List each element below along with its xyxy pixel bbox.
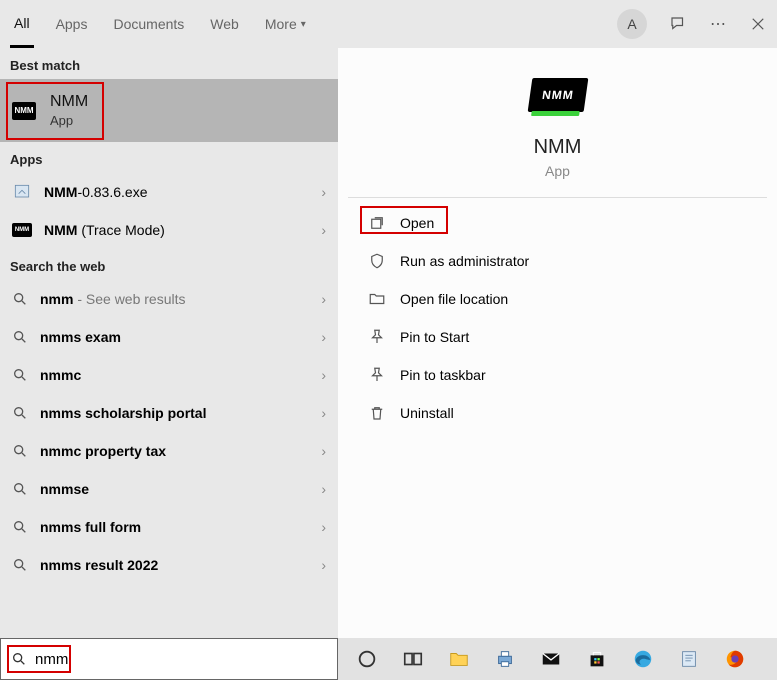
app-result[interactable]: NMM NMM (Trace Mode) › [0, 211, 338, 249]
avatar[interactable]: A [617, 9, 647, 39]
chevron-right-icon: › [321, 481, 326, 497]
installer-icon [12, 182, 32, 202]
chevron-right-icon: › [321, 329, 326, 345]
open-icon [368, 214, 386, 232]
folder-icon [368, 290, 386, 308]
pin-icon [368, 328, 386, 346]
edge-icon[interactable] [632, 648, 654, 670]
best-match-result[interactable]: NMM NMM App [0, 79, 338, 142]
web-result[interactable]: nmms exam› [0, 318, 338, 356]
chevron-right-icon: › [321, 222, 326, 238]
mail-icon[interactable] [540, 648, 562, 670]
chevron-right-icon: › [321, 405, 326, 421]
search-icon [12, 443, 28, 459]
cortana-icon[interactable] [356, 648, 378, 670]
printer-icon[interactable] [494, 648, 516, 670]
action-uninstall[interactable]: Uninstall [338, 394, 777, 432]
chevron-right-icon: › [321, 291, 326, 307]
search-icon [12, 519, 28, 535]
action-open[interactable]: Open [338, 204, 777, 242]
best-match-title: NMM [50, 93, 88, 111]
search-icon [12, 557, 28, 573]
web-result[interactable]: nmms scholarship portal› [0, 394, 338, 432]
nmm-logo-icon: NMM [527, 78, 588, 112]
search-scope-tabs: All Apps Documents Web More▾ A ⋯ [0, 0, 777, 48]
results-pane: Best match NMM NMM App Apps NMM [0, 48, 338, 638]
search-input-container[interactable] [0, 638, 338, 680]
web-result[interactable]: nmmc› [0, 356, 338, 394]
action-open-file-location[interactable]: Open file location [338, 280, 777, 318]
more-options-icon[interactable]: ⋯ [709, 15, 727, 33]
app-result[interactable]: NMM-0.83.6.exe › [0, 173, 338, 211]
pin-icon [368, 366, 386, 384]
web-result[interactable]: nmm - See web results› [0, 280, 338, 318]
chevron-right-icon: › [321, 557, 326, 573]
task-view-icon[interactable] [402, 648, 424, 670]
search-icon [11, 651, 27, 667]
web-result[interactable]: nmmc property tax› [0, 432, 338, 470]
action-run-admin[interactable]: Run as administrator [338, 242, 777, 280]
action-pin-start[interactable]: Pin to Start [338, 318, 777, 356]
file-explorer-icon[interactable] [448, 648, 470, 670]
chevron-right-icon: › [321, 519, 326, 535]
best-match-subtitle: App [50, 113, 88, 128]
chevron-right-icon: › [321, 184, 326, 200]
chevron-right-icon: › [321, 443, 326, 459]
search-icon [12, 405, 28, 421]
trash-icon [368, 404, 386, 422]
tab-apps[interactable]: Apps [52, 0, 92, 48]
web-result[interactable]: nmms full form› [0, 508, 338, 546]
search-icon [12, 329, 28, 345]
preview-title: NMM [534, 136, 582, 159]
section-search-web: Search the web [0, 249, 338, 280]
close-icon[interactable] [749, 15, 767, 33]
tab-all[interactable]: All [10, 0, 34, 48]
preview-type: App [545, 163, 570, 179]
web-result[interactable]: nmms result 2022› [0, 546, 338, 584]
firefox-icon[interactable] [724, 648, 746, 670]
web-result[interactable]: nmmse› [0, 470, 338, 508]
shield-icon [368, 252, 386, 270]
tab-web[interactable]: Web [206, 0, 243, 48]
nmm-app-icon: NMM [12, 223, 32, 237]
search-icon [12, 481, 28, 497]
notepad-icon[interactable] [678, 648, 700, 670]
section-apps: Apps [0, 142, 338, 173]
nmm-app-icon: NMM [12, 102, 36, 120]
tab-documents[interactable]: Documents [109, 0, 188, 48]
action-pin-taskbar[interactable]: Pin to taskbar [338, 356, 777, 394]
taskbar [338, 638, 777, 680]
search-icon [12, 367, 28, 383]
tab-more[interactable]: More▾ [261, 0, 310, 48]
chevron-right-icon: › [321, 367, 326, 383]
chevron-down-icon: ▾ [301, 19, 306, 30]
feedback-icon[interactable] [669, 15, 687, 33]
section-best-match: Best match [0, 48, 338, 79]
store-icon[interactable] [586, 648, 608, 670]
preview-pane: NMM NMM App Open Run as administrator Op… [338, 48, 777, 638]
search-icon [12, 291, 28, 307]
search-input[interactable] [35, 651, 327, 668]
